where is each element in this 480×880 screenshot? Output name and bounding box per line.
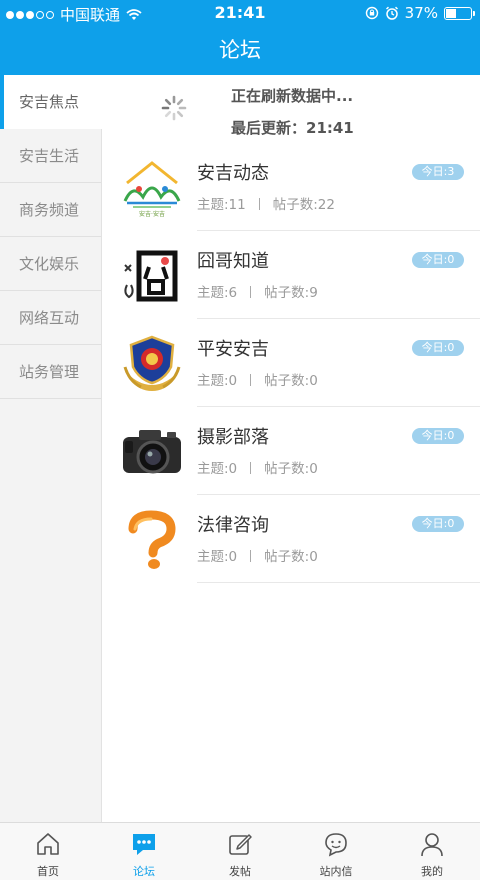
forum-row-jiong-knows[interactable]: 囧哥知道 主题:6 帖子数:9 今日:0 bbox=[103, 231, 480, 319]
separator bbox=[250, 462, 252, 474]
topic-count: 主题:11 bbox=[197, 197, 246, 213]
refresh-header: 正在刷新数据中... 最后更新：21:41 bbox=[103, 75, 480, 143]
question-mark-icon bbox=[128, 510, 176, 569]
today-badge: 今日:0 bbox=[412, 428, 464, 444]
message-icon bbox=[325, 833, 347, 857]
police-badge-icon bbox=[123, 335, 181, 391]
battery-percent: 37% bbox=[404, 4, 438, 22]
separator bbox=[250, 374, 252, 386]
bottom-tab-bar: 首页 论坛 发帖 站内信 我的 bbox=[0, 822, 480, 880]
forum-stats: 主题:6 帖子数:9 bbox=[197, 281, 318, 301]
separator bbox=[250, 286, 252, 298]
tab-home[interactable]: 首页 bbox=[0, 823, 96, 880]
today-badge: 今日:3 bbox=[412, 164, 464, 180]
sidebar-item-interaction[interactable]: 网络互动 bbox=[0, 291, 101, 345]
top-bar: 中国联通 21:41 37% 论坛 bbox=[0, 0, 480, 75]
post-count: 帖子数:22 bbox=[272, 197, 335, 213]
row-divider bbox=[197, 582, 480, 583]
home-icon bbox=[37, 833, 59, 855]
loading-spinner-icon bbox=[161, 95, 187, 121]
profile-icon bbox=[421, 833, 443, 857]
status-bar: 中国联通 21:41 37% bbox=[0, 0, 480, 26]
forum-row-photography[interactable]: 摄影部落 主题:0 帖子数:0 今日:0 bbox=[103, 407, 480, 495]
forum-icon bbox=[133, 834, 155, 855]
forum-name: 平安安吉 bbox=[197, 339, 269, 360]
forum-name: 法律咨询 bbox=[197, 515, 269, 536]
forum-name: 摄影部落 bbox=[197, 427, 269, 448]
tab-profile[interactable]: 我的 bbox=[384, 823, 480, 880]
forum-row-anji-news[interactable]: 安吉·安吉 安吉动态 主题:11 帖子数:22 今日:3 bbox=[103, 143, 480, 231]
forum-stats: 主题:0 帖子数:0 bbox=[197, 369, 318, 389]
camera-icon bbox=[123, 430, 181, 474]
battery-icon bbox=[444, 6, 475, 20]
last-updated: 最后更新：21:41 bbox=[231, 119, 354, 137]
svg-text:安吉·安吉: 安吉·安吉 bbox=[139, 210, 165, 218]
topic-count: 主题:6 bbox=[197, 285, 238, 301]
forum-stats: 主题:11 帖子数:22 bbox=[197, 193, 335, 213]
post-count: 帖子数:0 bbox=[264, 461, 318, 477]
rotation-lock-icon bbox=[365, 6, 378, 20]
tab-forum[interactable]: 论坛 bbox=[96, 823, 192, 880]
topic-count: 主题:0 bbox=[197, 549, 238, 565]
forum-name: 安吉动态 bbox=[197, 163, 269, 184]
topic-count: 主题:0 bbox=[197, 461, 238, 477]
tab-compose[interactable]: 发帖 bbox=[192, 823, 288, 880]
forum-stats: 主题:0 帖子数:0 bbox=[197, 545, 318, 565]
refresh-status: 正在刷新数据中... bbox=[231, 87, 354, 105]
topic-count: 主题:0 bbox=[197, 373, 238, 389]
sidebar-item-business[interactable]: 商务频道 bbox=[0, 183, 101, 237]
jiong-icon bbox=[124, 250, 178, 302]
forum-name: 囧哥知道 bbox=[197, 251, 269, 272]
compose-icon bbox=[229, 834, 252, 855]
today-badge: 今日:0 bbox=[412, 252, 464, 268]
sidebar-item-anji-life[interactable]: 安吉生活 bbox=[0, 129, 101, 183]
alarm-icon bbox=[385, 6, 398, 20]
forum-row-safe-anji[interactable]: 平安安吉 主题:0 帖子数:0 今日:0 bbox=[103, 319, 480, 407]
anji-logo-icon: 安吉·安吉 bbox=[123, 161, 181, 218]
today-badge: 今日:0 bbox=[412, 340, 464, 356]
tab-messages[interactable]: 站内信 bbox=[288, 823, 384, 880]
page-title: 论坛 bbox=[219, 38, 261, 62]
post-count: 帖子数:0 bbox=[264, 549, 318, 565]
separator bbox=[258, 198, 260, 210]
category-sidebar: 安吉焦点 安吉生活 商务频道 文化娱乐 网络互动 站务管理 bbox=[0, 75, 102, 822]
post-count: 帖子数:9 bbox=[264, 285, 318, 301]
sidebar-item-entertainment[interactable]: 文化娱乐 bbox=[0, 237, 101, 291]
forum-stats: 主题:0 帖子数:0 bbox=[197, 457, 318, 477]
sidebar-item-site-admin[interactable]: 站务管理 bbox=[0, 345, 101, 399]
today-badge: 今日:0 bbox=[412, 516, 464, 532]
post-count: 帖子数:0 bbox=[264, 373, 318, 389]
forum-row-legal-advice[interactable]: 法律咨询 主题:0 帖子数:0 今日:0 bbox=[103, 495, 480, 583]
sidebar-item-anji-focus[interactable]: 安吉焦点 bbox=[0, 75, 102, 129]
separator bbox=[250, 550, 252, 562]
